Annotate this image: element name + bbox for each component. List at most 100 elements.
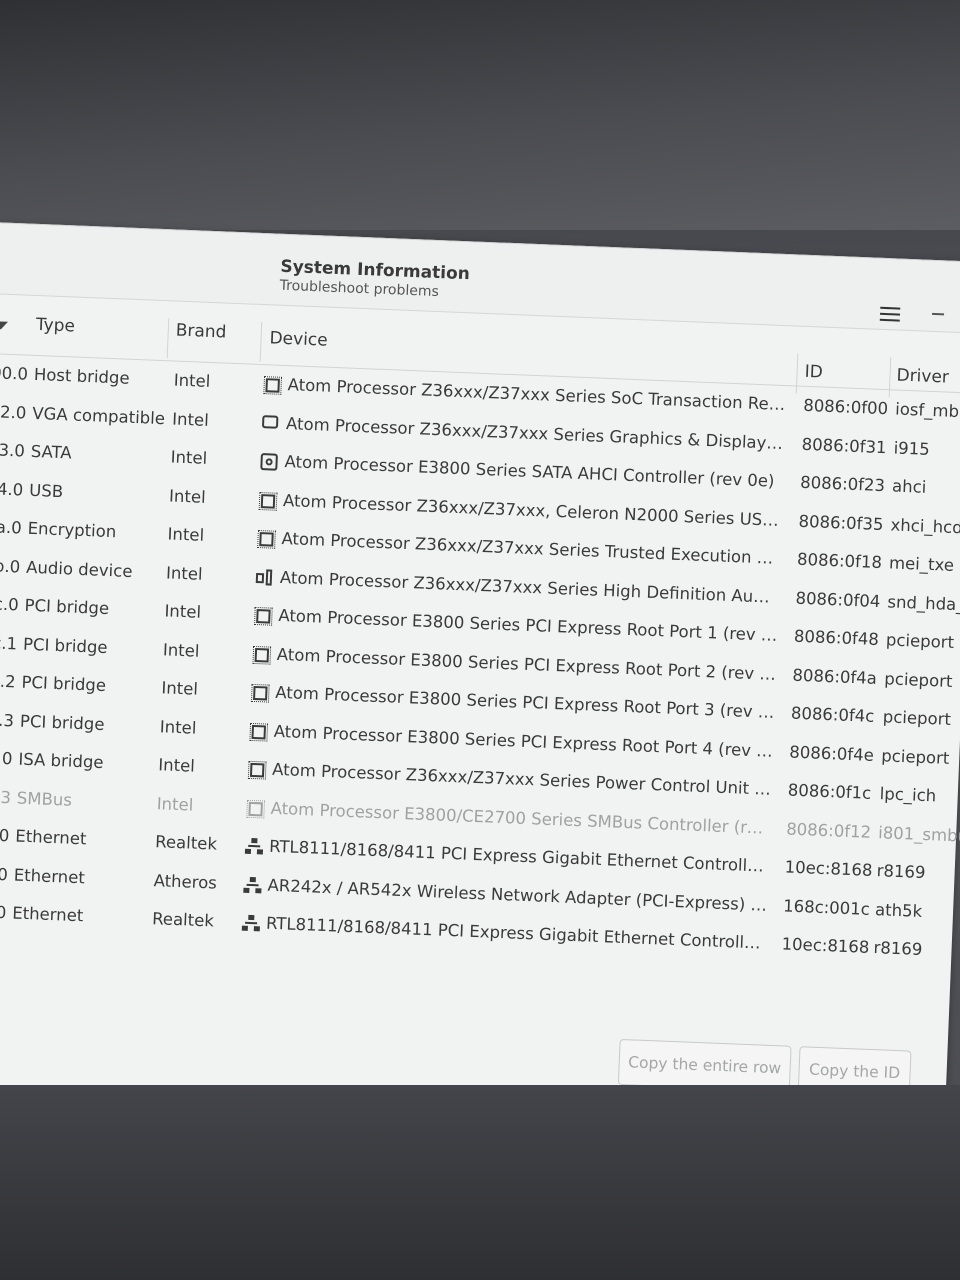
table-body: 00.0 Host bridge Intel Atom Processor Z36xx… [0, 354, 960, 971]
row-brand: Atheros [153, 870, 218, 893]
row-id: 8086:0f04 [795, 588, 881, 611]
row-slot: 1b.0 [0, 555, 21, 576]
row-id: 8086:0f4c [790, 703, 875, 726]
monitor-bezel-top [0, 0, 960, 230]
row-slot: 1f.3 [0, 786, 12, 807]
row-slot: 00.0 [0, 363, 29, 384]
disk-icon [260, 453, 279, 472]
row-slot: 1f.0 [0, 748, 13, 769]
row-brand: Intel [159, 716, 197, 738]
row-type: VGA compatible [31, 403, 166, 428]
row-brand: Intel [173, 370, 211, 391]
row-driver: xhci_hcd [890, 514, 960, 537]
row-slot: 1a.0 [0, 517, 23, 538]
row-brand: Intel [162, 639, 200, 661]
row-type: Ethernet [14, 826, 87, 849]
row-driver: i915 [893, 437, 931, 459]
row-brand: Intel [168, 485, 207, 507]
row-slot: 02.0 [0, 401, 27, 423]
row-slot: 1c.1 [0, 632, 18, 653]
row-driver: iosf_mb [894, 399, 960, 422]
row-id: 8086:0f23 [799, 472, 886, 496]
row-type: PCI bridge [24, 595, 110, 619]
row-id: 10ec:8168 [784, 857, 873, 880]
copy-entire-row-button[interactable]: Copy the entire row [617, 1038, 792, 1092]
chip-icon [246, 799, 266, 818]
chip-icon [247, 760, 267, 780]
system-information-window: System Information Troubleshoot problems… [0, 222, 960, 1133]
network-icon [243, 876, 262, 895]
row-type: ISA bridge [18, 749, 104, 772]
chip-icon [257, 529, 276, 549]
row-brand: Realtek [154, 832, 218, 854]
row-id: 8086:0f31 [801, 434, 887, 457]
row-driver: i801_smbus [877, 822, 960, 846]
row-brand: Intel [156, 793, 194, 815]
network-icon [241, 914, 261, 934]
row-type: Encryption [27, 518, 117, 542]
row-slot: 1c.3 [0, 709, 15, 730]
chip-icon [263, 376, 283, 395]
row-slot: 00.0 [0, 863, 9, 884]
row-type: PCI bridge [22, 634, 108, 657]
row-type: Ethernet [11, 903, 84, 926]
row-id: 8086:0f4a [792, 665, 878, 688]
row-brand: Intel [161, 678, 199, 699]
row-id: 8086:0f00 [802, 395, 889, 419]
row-driver: lpc_ich [879, 784, 937, 806]
column-header-id[interactable]: ID [804, 362, 823, 383]
row-id: 8086:0f12 [785, 818, 872, 842]
row-driver: snd_hda_i [887, 591, 960, 615]
row-driver: pcieport [882, 707, 952, 729]
column-header-brand[interactable]: Brand [175, 321, 226, 343]
row-id: 8086:0f1c [787, 780, 872, 803]
title-block: System Information Troubleshoot problems [279, 257, 470, 302]
monitor-icon [261, 414, 281, 434]
row-driver: mei_txe [888, 553, 955, 575]
row-slot: 00.0 [0, 824, 10, 846]
row-id: 10ec:8168 [781, 934, 870, 957]
chip-icon [252, 645, 272, 665]
monitor-bezel-bottom [0, 1085, 960, 1280]
row-type: Host bridge [33, 364, 130, 388]
row-id: 8086:0f35 [798, 511, 884, 534]
row-id: 8086:0f4e [789, 742, 875, 765]
row-driver: r8169 [873, 938, 923, 959]
row-driver: ahci [891, 476, 927, 497]
hamburger-menu-icon[interactable] [875, 301, 906, 328]
minimize-icon[interactable] [932, 312, 945, 316]
row-brand: Intel [171, 408, 210, 430]
row-id: 8086:0f18 [796, 549, 883, 573]
row-slot: 14.0 [0, 478, 24, 500]
column-header-driver[interactable]: Driver [896, 366, 949, 388]
row-driver: pcieport [880, 745, 950, 768]
row-slot: 1c.2 [0, 670, 16, 692]
row-id: 168c:001c [782, 895, 871, 919]
row-id: 8086:0f48 [793, 626, 880, 649]
network-icon [244, 837, 264, 857]
chip-icon [249, 722, 269, 742]
row-brand: Realtek [151, 909, 215, 931]
row-brand: Intel [157, 755, 196, 776]
row-driver: pcieport [884, 668, 953, 691]
row-brand: Intel [170, 447, 208, 468]
row-slot: 00.0 [0, 901, 7, 923]
chip-icon [254, 606, 273, 626]
row-brand: Intel [164, 601, 202, 622]
chip-icon [250, 683, 270, 703]
row-brand: Intel [167, 524, 205, 545]
row-type: PCI bridge [19, 711, 105, 734]
row-slot: 13.0 [0, 440, 26, 461]
row-brand: Intel [165, 562, 203, 584]
row-type: USB [28, 480, 64, 501]
column-header-device[interactable]: Device [269, 328, 328, 350]
column-header-type[interactable]: Type [36, 315, 76, 337]
row-type: Audio device [25, 557, 133, 581]
sort-descending-icon[interactable] [0, 321, 9, 330]
row-type: SMBus [16, 788, 73, 810]
chip-icon [258, 491, 278, 511]
row-slot: 1c.0 [0, 594, 20, 615]
row-driver: ath5k [874, 899, 923, 921]
device-table: Type Brand Device ID Driver 00.0 Host bri… [0, 302, 960, 971]
audio-icon [256, 568, 275, 587]
